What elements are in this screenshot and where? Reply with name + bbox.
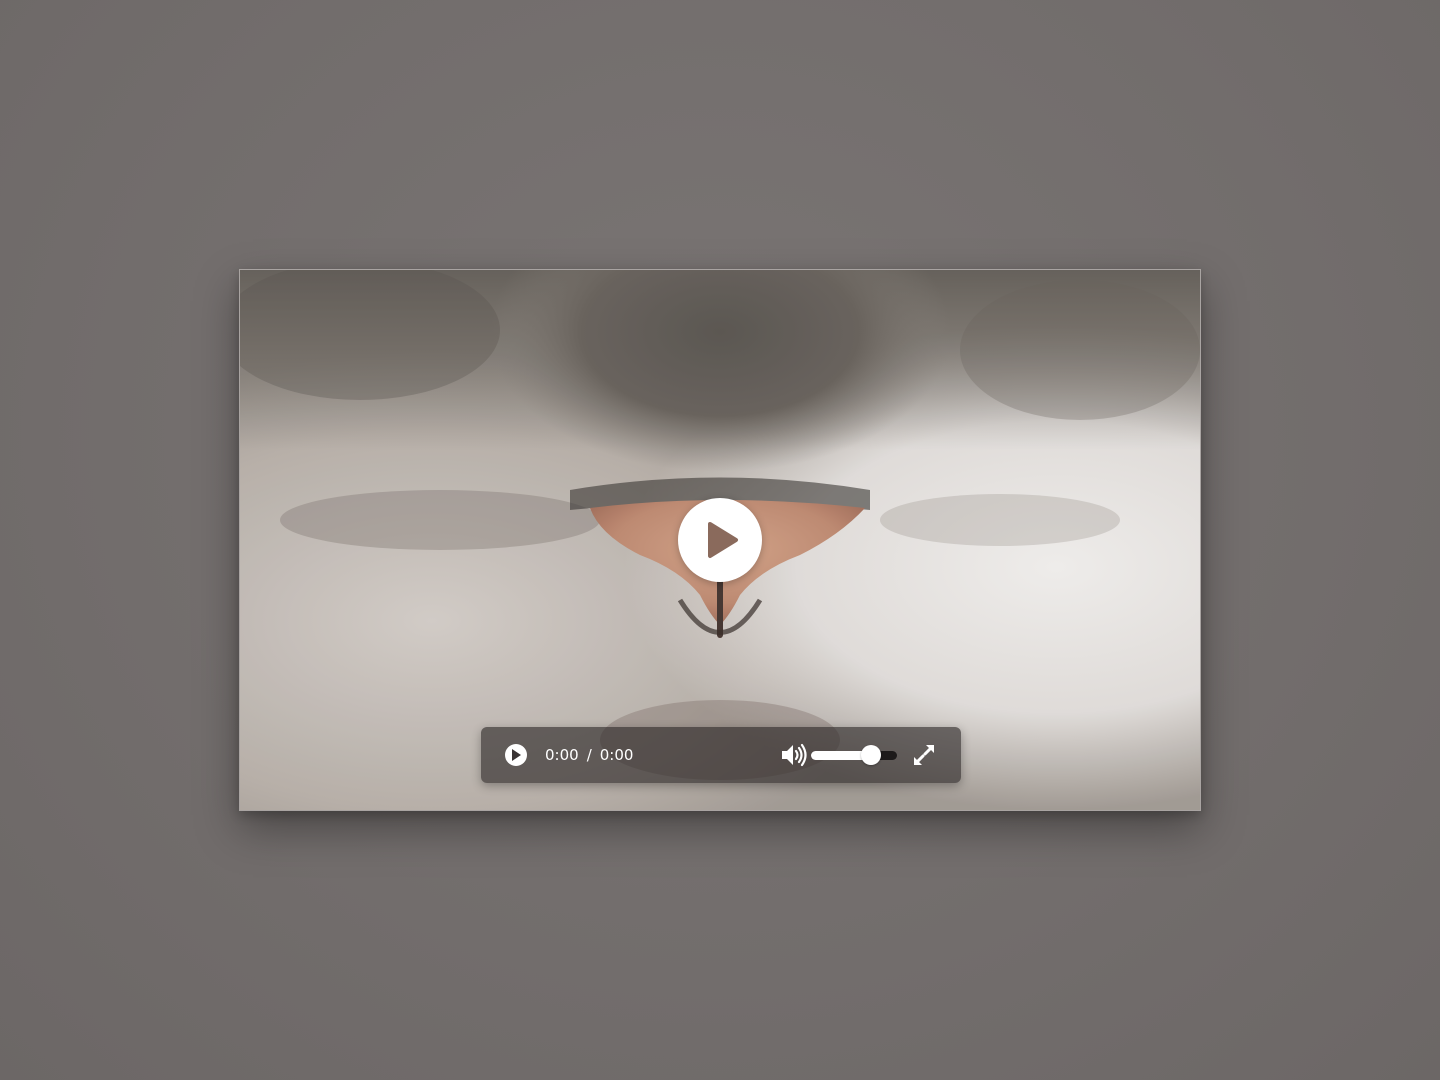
play-icon [512, 749, 521, 761]
play-button[interactable] [505, 744, 527, 766]
time-display: 0:00 / 0:00 [545, 745, 633, 765]
big-play-button[interactable] [678, 498, 762, 582]
play-circle-icon [708, 522, 738, 558]
expand-icon[interactable] [912, 743, 936, 767]
volume-slider[interactable] [811, 745, 897, 765]
time-separator: / [586, 746, 592, 764]
volume-thumb[interactable] [861, 745, 882, 765]
control-bar: 0:00 / 0:00 [481, 727, 961, 783]
current-time: 0:00 [545, 746, 579, 764]
volume-high-icon[interactable] [781, 743, 807, 767]
video-player[interactable]: 0:00 / 0:00 [239, 269, 1201, 811]
duration: 0:00 [599, 746, 634, 764]
